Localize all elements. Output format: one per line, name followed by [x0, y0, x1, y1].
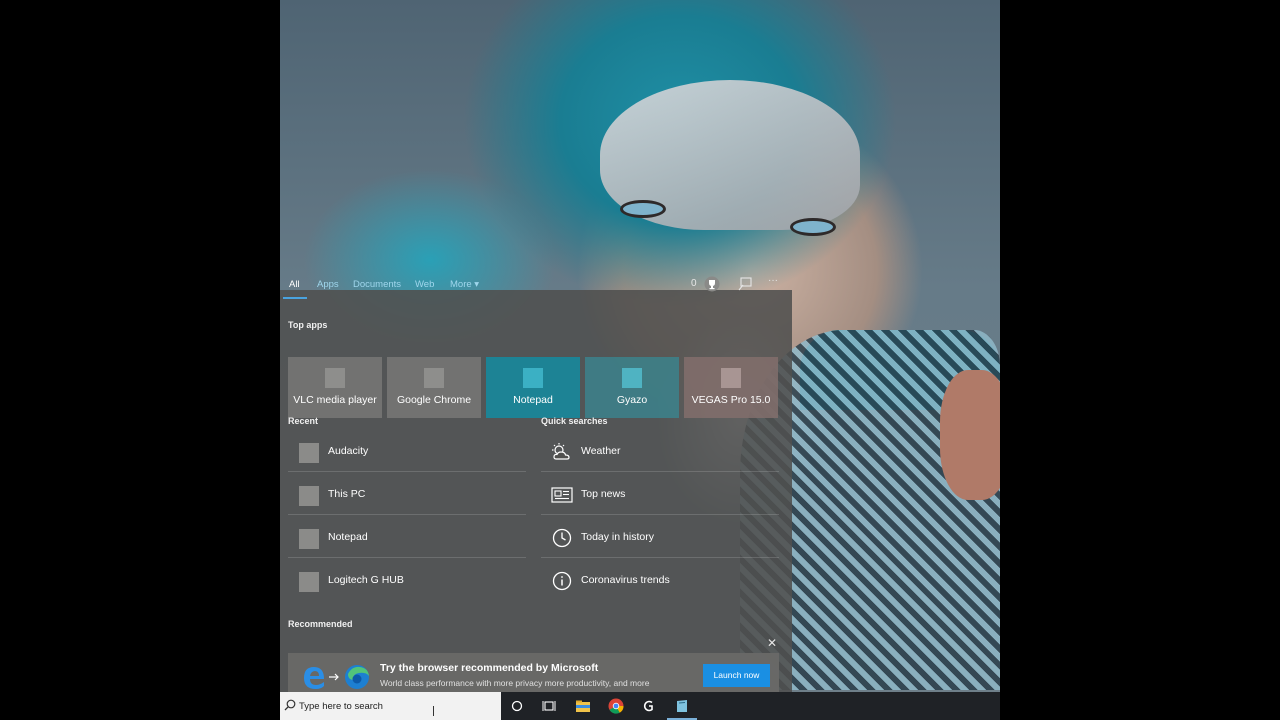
quick-search-label: Top news	[581, 488, 626, 500]
vlc-icon	[325, 368, 345, 388]
news-icon	[551, 487, 573, 503]
recent-item-audacity[interactable]: Audacity	[288, 432, 526, 472]
app-tile-label: VEGAS Pro 15.0	[691, 394, 771, 406]
feedback-icon[interactable]	[738, 277, 752, 291]
search-tabs: All Apps Documents Web More ▾ 0 ···	[280, 270, 792, 300]
app-tile-label: Notepad	[513, 394, 553, 406]
quick-search-label: Coronavirus trends	[581, 574, 670, 586]
quick-search-coronavirus-trends[interactable]: Coronavirus trends	[541, 561, 779, 601]
quick-search-top-news[interactable]: Top news	[541, 475, 779, 515]
quick-search-label: Today in history	[581, 531, 654, 543]
file-explorer-icon[interactable]	[575, 698, 591, 714]
recent-title: Recent	[288, 416, 319, 426]
recent-item-label: Logitech G HUB	[328, 574, 404, 586]
chrome-icon	[424, 368, 444, 388]
recent-item-this-pc[interactable]: This PC	[288, 475, 526, 515]
recent-item-notepad[interactable]: Notepad	[288, 518, 526, 558]
logitech-icon	[299, 572, 319, 592]
recent-item-label: This PC	[328, 488, 366, 500]
logitech-icon[interactable]	[641, 698, 657, 714]
app-tile-vlc[interactable]: VLC media player	[288, 357, 382, 418]
clock-icon	[552, 528, 572, 548]
recent-item-logitech[interactable]: Logitech G HUB	[288, 561, 526, 601]
quick-search-today-in-history[interactable]: Today in history	[541, 518, 779, 558]
recommended-card-title: Try the browser recommended by Microsoft	[380, 662, 599, 674]
app-tile-label: VLC media player	[293, 394, 377, 406]
app-tile-vegas[interactable]: VEGAS Pro 15.0	[684, 357, 778, 418]
app-icon[interactable]	[674, 698, 690, 714]
close-icon[interactable]: ✕	[767, 636, 777, 650]
vegas-icon	[721, 368, 741, 388]
task-view-icon[interactable]	[541, 698, 557, 714]
top-apps-title: Top apps	[288, 320, 328, 330]
quick-search-label: Weather	[581, 445, 621, 457]
taskbar-search-box[interactable]: Type here to search	[280, 692, 501, 720]
points-count: 0	[691, 278, 697, 289]
wallpaper-hand	[940, 370, 1000, 500]
search-flyout: Top apps VLC media player Google Chrome …	[280, 270, 792, 712]
search-panel: Top apps VLC media player Google Chrome …	[280, 290, 792, 712]
wallpaper-eye	[790, 218, 836, 236]
chrome-icon[interactable]	[608, 698, 624, 714]
tab-more[interactable]: More ▾	[450, 279, 479, 290]
recent-item-label: Audacity	[328, 445, 369, 457]
weather-icon	[552, 443, 570, 460]
tab-apps[interactable]: Apps	[317, 279, 339, 290]
more-options-icon[interactable]: ···	[768, 275, 778, 286]
recent-item-label: Notepad	[328, 531, 368, 543]
cortana-icon[interactable]	[509, 698, 525, 714]
chevron-down-icon: ▾	[474, 279, 480, 290]
this-pc-icon	[299, 486, 319, 506]
quick-searches-title: Quick searches	[541, 416, 608, 426]
recommended-title: Recommended	[288, 619, 353, 629]
app-tile-chrome[interactable]: Google Chrome	[387, 357, 481, 418]
app-tile-gyazo[interactable]: Gyazo	[585, 357, 679, 418]
edge-logo-icon	[304, 665, 369, 689]
tab-documents[interactable]: Documents	[353, 279, 401, 290]
wallpaper-eye	[620, 200, 666, 218]
search-icon	[284, 699, 296, 711]
info-icon	[552, 571, 572, 591]
search-placeholder: Type here to search	[299, 701, 383, 712]
trophy-icon[interactable]	[704, 276, 720, 292]
taskbar: Type here to search	[280, 692, 1000, 720]
app-tile-notepad[interactable]: Notepad	[486, 357, 580, 418]
app-tile-label: Gyazo	[616, 394, 648, 406]
notepad-icon	[299, 529, 319, 549]
active-tab-indicator	[283, 297, 307, 299]
tab-more-label: More	[450, 279, 472, 290]
audacity-icon	[299, 443, 319, 463]
notepad-icon	[523, 368, 543, 388]
app-tile-label: Google Chrome	[396, 394, 472, 406]
tab-all[interactable]: All	[289, 279, 300, 290]
gyazo-icon	[622, 368, 642, 388]
text-cursor-icon	[433, 706, 434, 716]
quick-search-weather[interactable]: Weather	[541, 432, 779, 472]
tab-web[interactable]: Web	[415, 279, 434, 290]
launch-now-button[interactable]: Launch now	[703, 664, 770, 687]
